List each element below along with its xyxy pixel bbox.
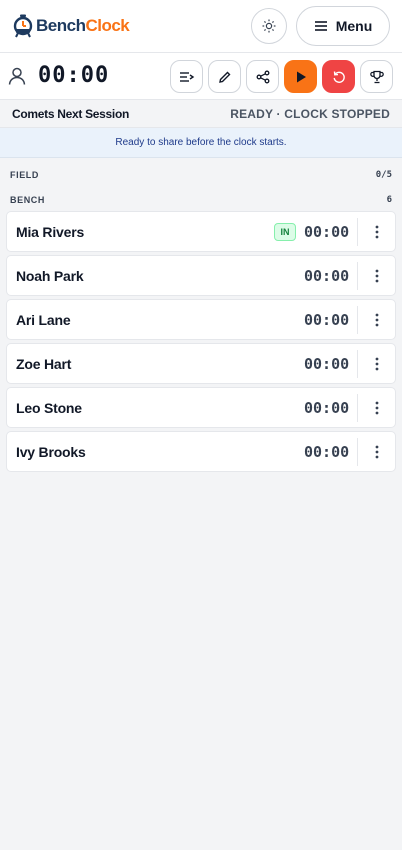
share-button[interactable]: [246, 60, 279, 93]
player-row[interactable]: Mia Rivers IN 00:00: [6, 211, 396, 252]
reset-button[interactable]: [322, 60, 355, 93]
player-row[interactable]: Leo Stone 00:00: [6, 387, 396, 428]
row-divider: [357, 438, 358, 466]
kebab-icon: [375, 269, 379, 283]
bench-count: 6: [386, 195, 392, 205]
row-divider: [357, 394, 358, 422]
pencil-icon: [218, 71, 230, 83]
field-section-label: FIELD: [10, 170, 39, 180]
bench-player-list: Mia Rivers IN 00:00 Noah Park 00:00 Ari …: [6, 211, 396, 475]
lineup-button[interactable]: [170, 60, 203, 93]
hamburger-icon: [314, 21, 327, 31]
kebab-icon: [375, 357, 379, 371]
share-icon: [256, 70, 269, 83]
row-divider: [357, 306, 358, 334]
play-button[interactable]: [284, 60, 317, 93]
player-name: Noah Park: [16, 267, 84, 284]
bench-section-label: BENCH: [10, 195, 46, 205]
edit-button[interactable]: [208, 60, 241, 93]
in-badge: IN: [274, 222, 296, 241]
player-name: Zoe Hart: [16, 355, 72, 372]
player-time: 00:00: [304, 310, 350, 329]
player-time: 00:00: [304, 354, 350, 373]
reset-icon: [333, 70, 345, 83]
list-arrow-icon: [179, 71, 194, 82]
session-name: Comets Next Session: [12, 106, 130, 121]
menu-button[interactable]: Menu: [296, 6, 390, 46]
player-name: Leo Stone: [16, 399, 82, 416]
clock-toolbar: 00:00: [0, 53, 402, 100]
field-count: 0/5: [375, 170, 392, 180]
session-bar: Comets Next Session READY · CLOCK STOPPE…: [0, 100, 402, 128]
player-row[interactable]: Noah Park 00:00: [6, 255, 396, 296]
kebab-icon: [375, 225, 379, 239]
sun-icon: [262, 19, 276, 33]
player-menu-button[interactable]: [362, 349, 392, 379]
logo-clock-text: Clock: [85, 16, 130, 35]
player-menu-button[interactable]: [362, 261, 392, 291]
player-time: 00:00: [304, 266, 350, 285]
user-icon[interactable]: [7, 66, 27, 86]
player-menu-button[interactable]: [362, 305, 392, 335]
clock-logo-icon: [13, 14, 33, 38]
main-clock: 00:00: [38, 63, 110, 88]
kebab-icon: [375, 401, 379, 415]
player-menu-button[interactable]: [362, 393, 392, 423]
menu-label: Menu: [335, 18, 373, 34]
player-menu-button[interactable]: [362, 217, 392, 247]
share-banner: Ready to share before the clock starts.: [0, 128, 402, 158]
player-time: 00:00: [304, 398, 350, 417]
player-time: 00:00: [304, 442, 350, 461]
player-name: Mia Rivers: [16, 223, 85, 240]
kebab-icon: [375, 313, 379, 327]
play-icon: [296, 71, 306, 82]
logo-bench-text: Bench: [36, 16, 86, 35]
kebab-icon: [375, 445, 379, 459]
player-name: Ari Lane: [16, 311, 71, 328]
app-header: BenchClock Menu: [0, 0, 402, 53]
trophy-icon: [369, 70, 384, 83]
theme-toggle-button[interactable]: [251, 8, 287, 44]
row-divider: [357, 218, 358, 246]
player-menu-button[interactable]: [362, 437, 392, 467]
trophy-button[interactable]: [360, 60, 393, 93]
player-row[interactable]: Zoe Hart 00:00: [6, 343, 396, 384]
app-logo[interactable]: BenchClock: [12, 14, 130, 38]
player-name: Ivy Brooks: [16, 443, 86, 460]
row-divider: [357, 350, 358, 378]
logo-text: BenchClock: [36, 16, 130, 36]
session-status: READY · CLOCK STOPPED: [230, 106, 390, 121]
player-time: 00:00: [304, 222, 350, 241]
player-row[interactable]: Ivy Brooks 00:00: [6, 431, 396, 472]
player-row[interactable]: Ari Lane 00:00: [6, 299, 396, 340]
row-divider: [357, 262, 358, 290]
